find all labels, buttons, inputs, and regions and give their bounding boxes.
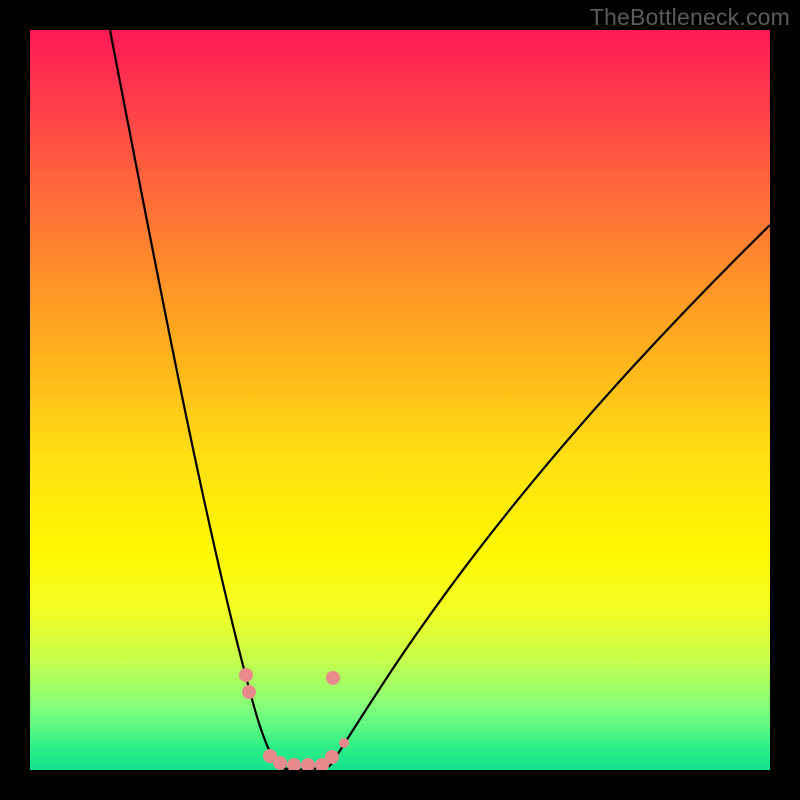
marker-group	[239, 668, 349, 770]
marker-dot	[325, 750, 339, 764]
curve-layer	[30, 30, 770, 770]
bottleneck-curve-right	[330, 225, 770, 766]
marker-dot	[287, 758, 301, 770]
marker-dot	[242, 685, 256, 699]
marker-dot	[239, 668, 253, 682]
plot-area	[30, 30, 770, 770]
bottleneck-curve-left	[110, 30, 280, 768]
marker-dot	[301, 758, 315, 770]
chart-frame: TheBottleneck.com	[0, 0, 800, 800]
marker-dot	[273, 756, 287, 770]
marker-dot	[326, 671, 340, 685]
watermark-text: TheBottleneck.com	[590, 4, 790, 31]
marker-dot	[339, 738, 349, 748]
